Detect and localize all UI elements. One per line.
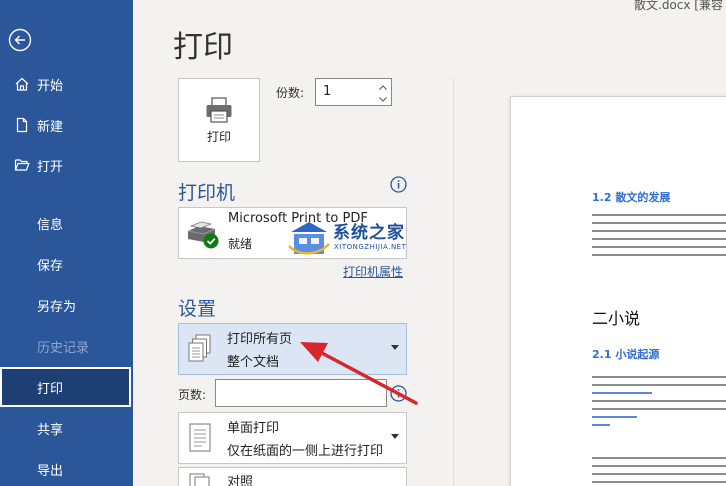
- nav-new[interactable]: 新建: [0, 105, 133, 145]
- print-button-label: 打印: [206, 129, 231, 144]
- new-document-icon: [12, 115, 32, 135]
- preview-heading-2: 二小说: [592, 309, 641, 328]
- preview-heading-3: 2.1 小说起源: [592, 348, 660, 361]
- preview-text-block-1: [592, 214, 726, 262]
- duplex-description: 仅在纸面的一侧上进行打印: [227, 444, 384, 459]
- nav-save[interactable]: 保存: [0, 244, 133, 284]
- watermark-logo-icon: [288, 222, 330, 255]
- annotation-arrow: [300, 342, 418, 405]
- print-preview-page: 1.2 散文的发展 二小说 2.1 小说起源: [510, 96, 726, 486]
- nav-print-label: 打印: [37, 381, 64, 397]
- nav-share-label: 共享: [37, 422, 64, 438]
- nav-save-as-label: 另存为: [37, 299, 77, 315]
- nav-info-label: 信息: [37, 217, 64, 233]
- nav-history: 历史记录: [0, 326, 133, 366]
- nav-history-label: 历史记录: [37, 340, 90, 356]
- copies-decrement-button[interactable]: [377, 93, 389, 105]
- chevron-up-icon: [379, 84, 387, 90]
- nav-home[interactable]: 开始: [0, 64, 133, 104]
- preview-text-block-2: [592, 376, 726, 432]
- back-arrow-icon: [8, 28, 32, 52]
- nav-export-label: 导出: [37, 463, 64, 479]
- settings-section-title: 设置: [178, 298, 217, 320]
- nav-info[interactable]: 信息: [0, 203, 133, 243]
- nav-print[interactable]: 打印: [0, 367, 131, 407]
- pages-stack-icon: [187, 333, 213, 367]
- document-title: 散文.docx [兼容: [634, 0, 723, 12]
- nav-save-label: 保存: [37, 258, 64, 274]
- copies-value: 1: [323, 84, 332, 99]
- duplex-dropdown[interactable]: 单面打印 仅在纸面的一侧上进行打印: [178, 412, 407, 464]
- site-watermark: 系统之家 XITONGZHIJIA.NET: [285, 216, 440, 266]
- copies-label: 份数:: [276, 86, 305, 100]
- copies-stepper[interactable]: 1: [315, 78, 392, 106]
- print-range-description: 整个文档: [227, 355, 280, 370]
- preview-heading-1: 1.2 散文的发展: [592, 191, 671, 204]
- watermark-subtitle: XITONGZHIJIA.NET: [334, 243, 407, 251]
- nav-save-as[interactable]: 另存为: [0, 285, 133, 325]
- chevron-down-icon: [379, 96, 387, 102]
- home-icon: [12, 74, 32, 94]
- nav-new-label: 新建: [37, 119, 64, 135]
- single-sided-page-icon: [187, 422, 213, 458]
- nav-share[interactable]: 共享: [0, 408, 133, 448]
- backstage-sidebar: 开始 新建 打开 信息 保存 另存为 历史记录 打印 共享 导出: [0, 0, 133, 486]
- collate-value: 对照: [227, 475, 254, 486]
- print-button[interactable]: 打印: [178, 78, 260, 162]
- printer-icon: [206, 96, 232, 123]
- nav-open-label: 打开: [37, 159, 64, 175]
- printer-status: 就绪: [228, 237, 253, 251]
- printer-info-icon[interactable]: [390, 176, 407, 193]
- duplex-value: 单面打印: [227, 421, 280, 436]
- printer-properties-link[interactable]: 打印机属性: [343, 263, 403, 280]
- watermark-title: 系统之家: [333, 223, 405, 243]
- back-button[interactable]: [8, 28, 32, 52]
- pages-label: 页数:: [178, 388, 207, 402]
- nav-home-label: 开始: [37, 78, 64, 94]
- collate-dropdown[interactable]: 对照: [178, 467, 407, 486]
- print-range-value: 打印所有页: [227, 332, 293, 347]
- collate-pages-icon: [187, 472, 213, 486]
- folder-open-icon: [12, 155, 32, 175]
- printer-ready-icon: [187, 221, 219, 249]
- preview-divider: [453, 78, 454, 486]
- preview-text-block-3: [592, 457, 726, 486]
- printer-section-title: 打印机: [178, 182, 236, 204]
- nav-export[interactable]: 导出: [0, 449, 133, 486]
- nav-open[interactable]: 打开: [0, 145, 133, 185]
- copies-increment-button[interactable]: [377, 81, 389, 93]
- page-title: 打印: [173, 30, 233, 65]
- dropdown-caret-icon: [391, 434, 399, 439]
